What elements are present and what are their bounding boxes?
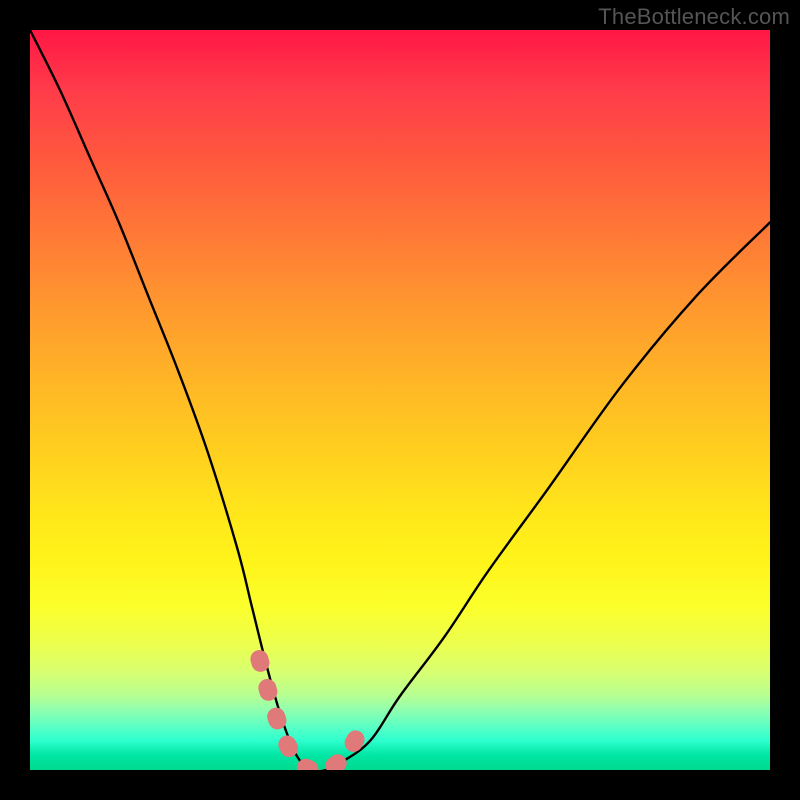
curve-layer xyxy=(30,30,770,770)
watermark-text: TheBottleneck.com xyxy=(598,4,790,30)
optimal-range-highlight xyxy=(259,659,363,770)
plot-area xyxy=(30,30,770,770)
bottleneck-curve xyxy=(30,30,770,770)
chart-frame: TheBottleneck.com xyxy=(0,0,800,800)
